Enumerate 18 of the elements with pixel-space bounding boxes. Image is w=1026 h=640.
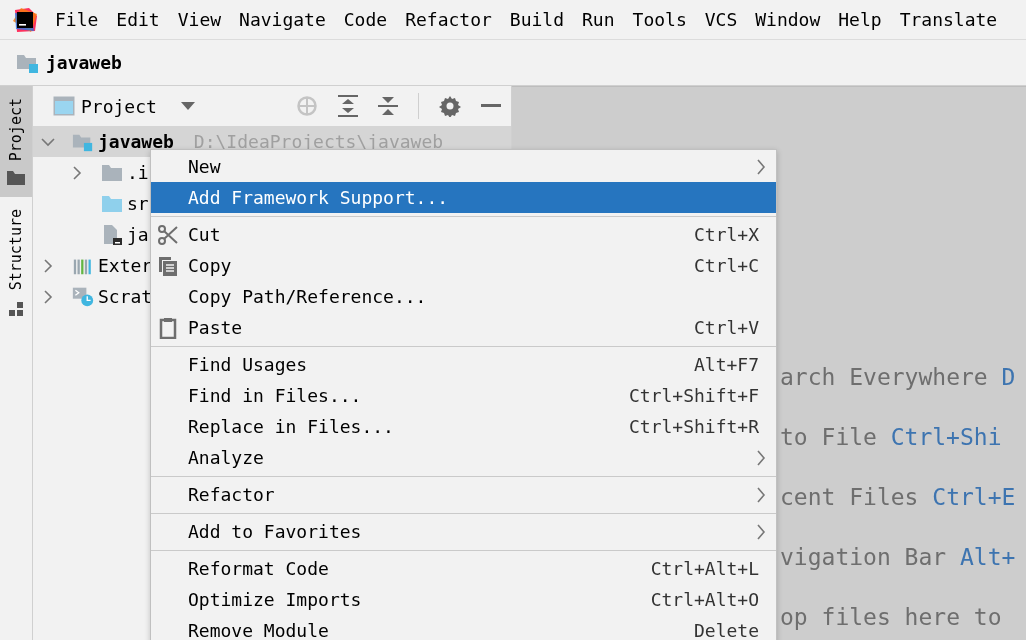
shortcut-text: Ctrl+Alt+L bbox=[650, 558, 759, 579]
hint-text: to File bbox=[780, 424, 877, 450]
shortcut-text: Ctrl+Shi bbox=[890, 424, 1002, 450]
shortcut-text: D bbox=[1001, 364, 1016, 390]
shortcut-text: Ctrl+C bbox=[693, 255, 759, 276]
shortcut-text: Alt+ bbox=[959, 544, 1016, 570]
shortcut-text: Ctrl+X bbox=[693, 224, 759, 245]
hint-text: op files here to bbox=[780, 604, 1002, 630]
shortcut-text: Ctrl+Alt+O bbox=[650, 589, 759, 610]
shortcut-text: Ctrl+Shift+R bbox=[628, 416, 759, 437]
shortcut-text: Ctrl+E bbox=[932, 484, 1016, 510]
hint-text: vigation Bar bbox=[780, 544, 947, 570]
shortcut-text: Ctrl+Shift+F bbox=[628, 385, 759, 406]
shortcut-text: Delete bbox=[693, 620, 759, 640]
hint-text: arch Everywhere bbox=[780, 364, 988, 390]
shortcut-text: Ctrl+V bbox=[693, 317, 759, 338]
hint-text: cent Files bbox=[780, 484, 919, 510]
shortcut-text: Alt+F7 bbox=[693, 354, 759, 375]
